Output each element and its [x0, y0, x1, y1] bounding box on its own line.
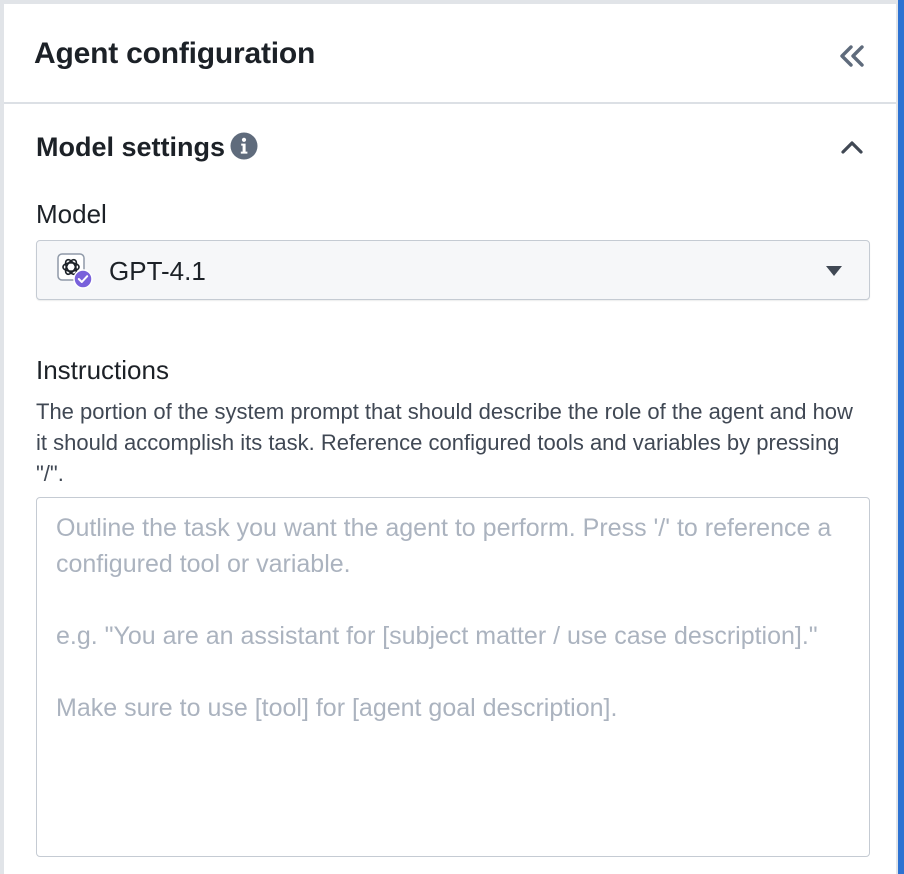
left-border: [0, 0, 4, 874]
placeholder-line: e.g. "You are an assistant for [subject …: [56, 622, 818, 650]
model-select-value: GPT-4.1: [109, 256, 206, 286]
placeholder-line: Outline the task you want the agent to p…: [56, 514, 832, 578]
openai-logo-icon: [57, 253, 93, 289]
instructions-textarea[interactable]: Outline the task you want the agent to p…: [36, 497, 870, 857]
panel-header: Agent configuration: [4, 4, 896, 104]
panel-title: Agent configuration: [34, 37, 316, 70]
model-select[interactable]: GPT-4.1: [36, 240, 870, 300]
model-settings-header[interactable]: Model settings: [36, 128, 872, 168]
collapse-panel-button[interactable]: [832, 36, 872, 76]
model-settings-title: Model settings: [36, 132, 226, 162]
info-icon[interactable]: [230, 132, 258, 160]
chevron-up-icon[interactable]: [838, 134, 866, 162]
instructions-description: The portion of the system prompt that sh…: [36, 399, 853, 486]
caret-down-icon: [826, 266, 842, 276]
instructions-label: Instructions: [36, 355, 169, 385]
placeholder-line: Make sure to use [tool] for [agent goal …: [56, 694, 618, 722]
double-chevron-left-icon: [840, 45, 864, 67]
agent-config-panel: Agent configuration Model settings Model: [0, 0, 904, 874]
resize-handle[interactable]: [898, 0, 904, 874]
model-label: Model: [36, 199, 107, 229]
